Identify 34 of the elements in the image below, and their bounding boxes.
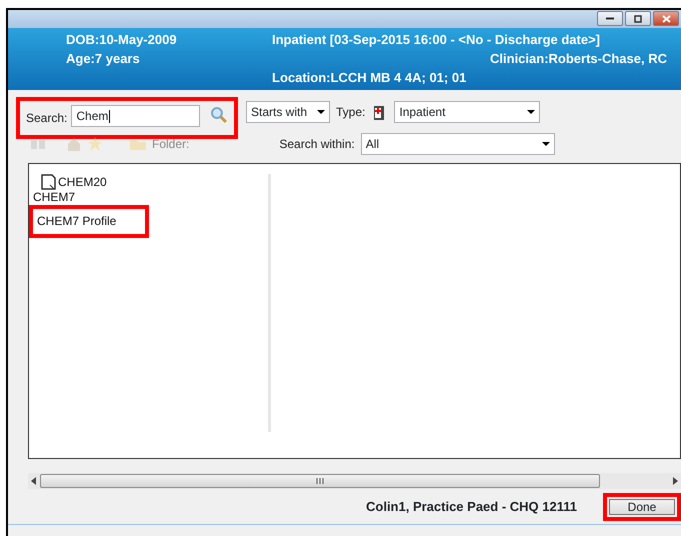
grip-icon xyxy=(316,478,324,484)
search-within-dropdown[interactable]: All xyxy=(360,133,555,155)
encounter-text: Inpatient [03-Sep-2015 16:00 - <No - Discharge date>] xyxy=(272,31,601,49)
patient-name-text: Colin1, Practice Paed - CHQ 12111 xyxy=(366,498,577,516)
done-button[interactable]: Done xyxy=(609,498,675,514)
document-icon xyxy=(41,174,56,190)
caret-icon xyxy=(527,110,536,114)
location-text: Location:LCCH MB 4 4A; 01; 01 xyxy=(272,69,468,87)
highlighted-result-item[interactable]: CHEM7 Profile xyxy=(29,205,149,238)
result-item[interactable]: CHEM7 xyxy=(33,190,268,205)
close-icon xyxy=(662,14,670,22)
type-label: Type: xyxy=(336,104,366,121)
clinician-text: Clinician:Roberts-Chase, RC xyxy=(489,50,667,68)
close-button[interactable] xyxy=(653,11,679,26)
match-mode-dropdown[interactable]: Starts with xyxy=(246,101,330,123)
minimize-icon xyxy=(606,17,614,20)
caret-icon xyxy=(542,142,550,146)
result-row[interactable]: CHEM20 xyxy=(41,174,268,190)
search-field[interactable]: Chem xyxy=(71,105,200,127)
search-icon[interactable] xyxy=(210,106,228,124)
type-dropdown[interactable]: Inpatient xyxy=(394,101,540,123)
search-within-label: Search within: xyxy=(279,136,355,153)
caret-icon xyxy=(317,110,325,114)
minimize-button[interactable] xyxy=(597,11,623,26)
scrollbar-thumb[interactable] xyxy=(40,474,600,488)
age-text: Age:7 years xyxy=(66,50,141,68)
maximize-icon xyxy=(634,14,642,22)
result-text: CHEM7 Profile xyxy=(37,214,116,229)
dob-text: DOB:10-May-2009 xyxy=(66,31,178,49)
text-cursor xyxy=(109,110,110,122)
result-text: CHEM20 xyxy=(58,174,107,190)
folder-label: Folder: xyxy=(152,136,190,153)
maximize-button[interactable] xyxy=(625,11,651,26)
search-label: Search: xyxy=(26,110,68,127)
